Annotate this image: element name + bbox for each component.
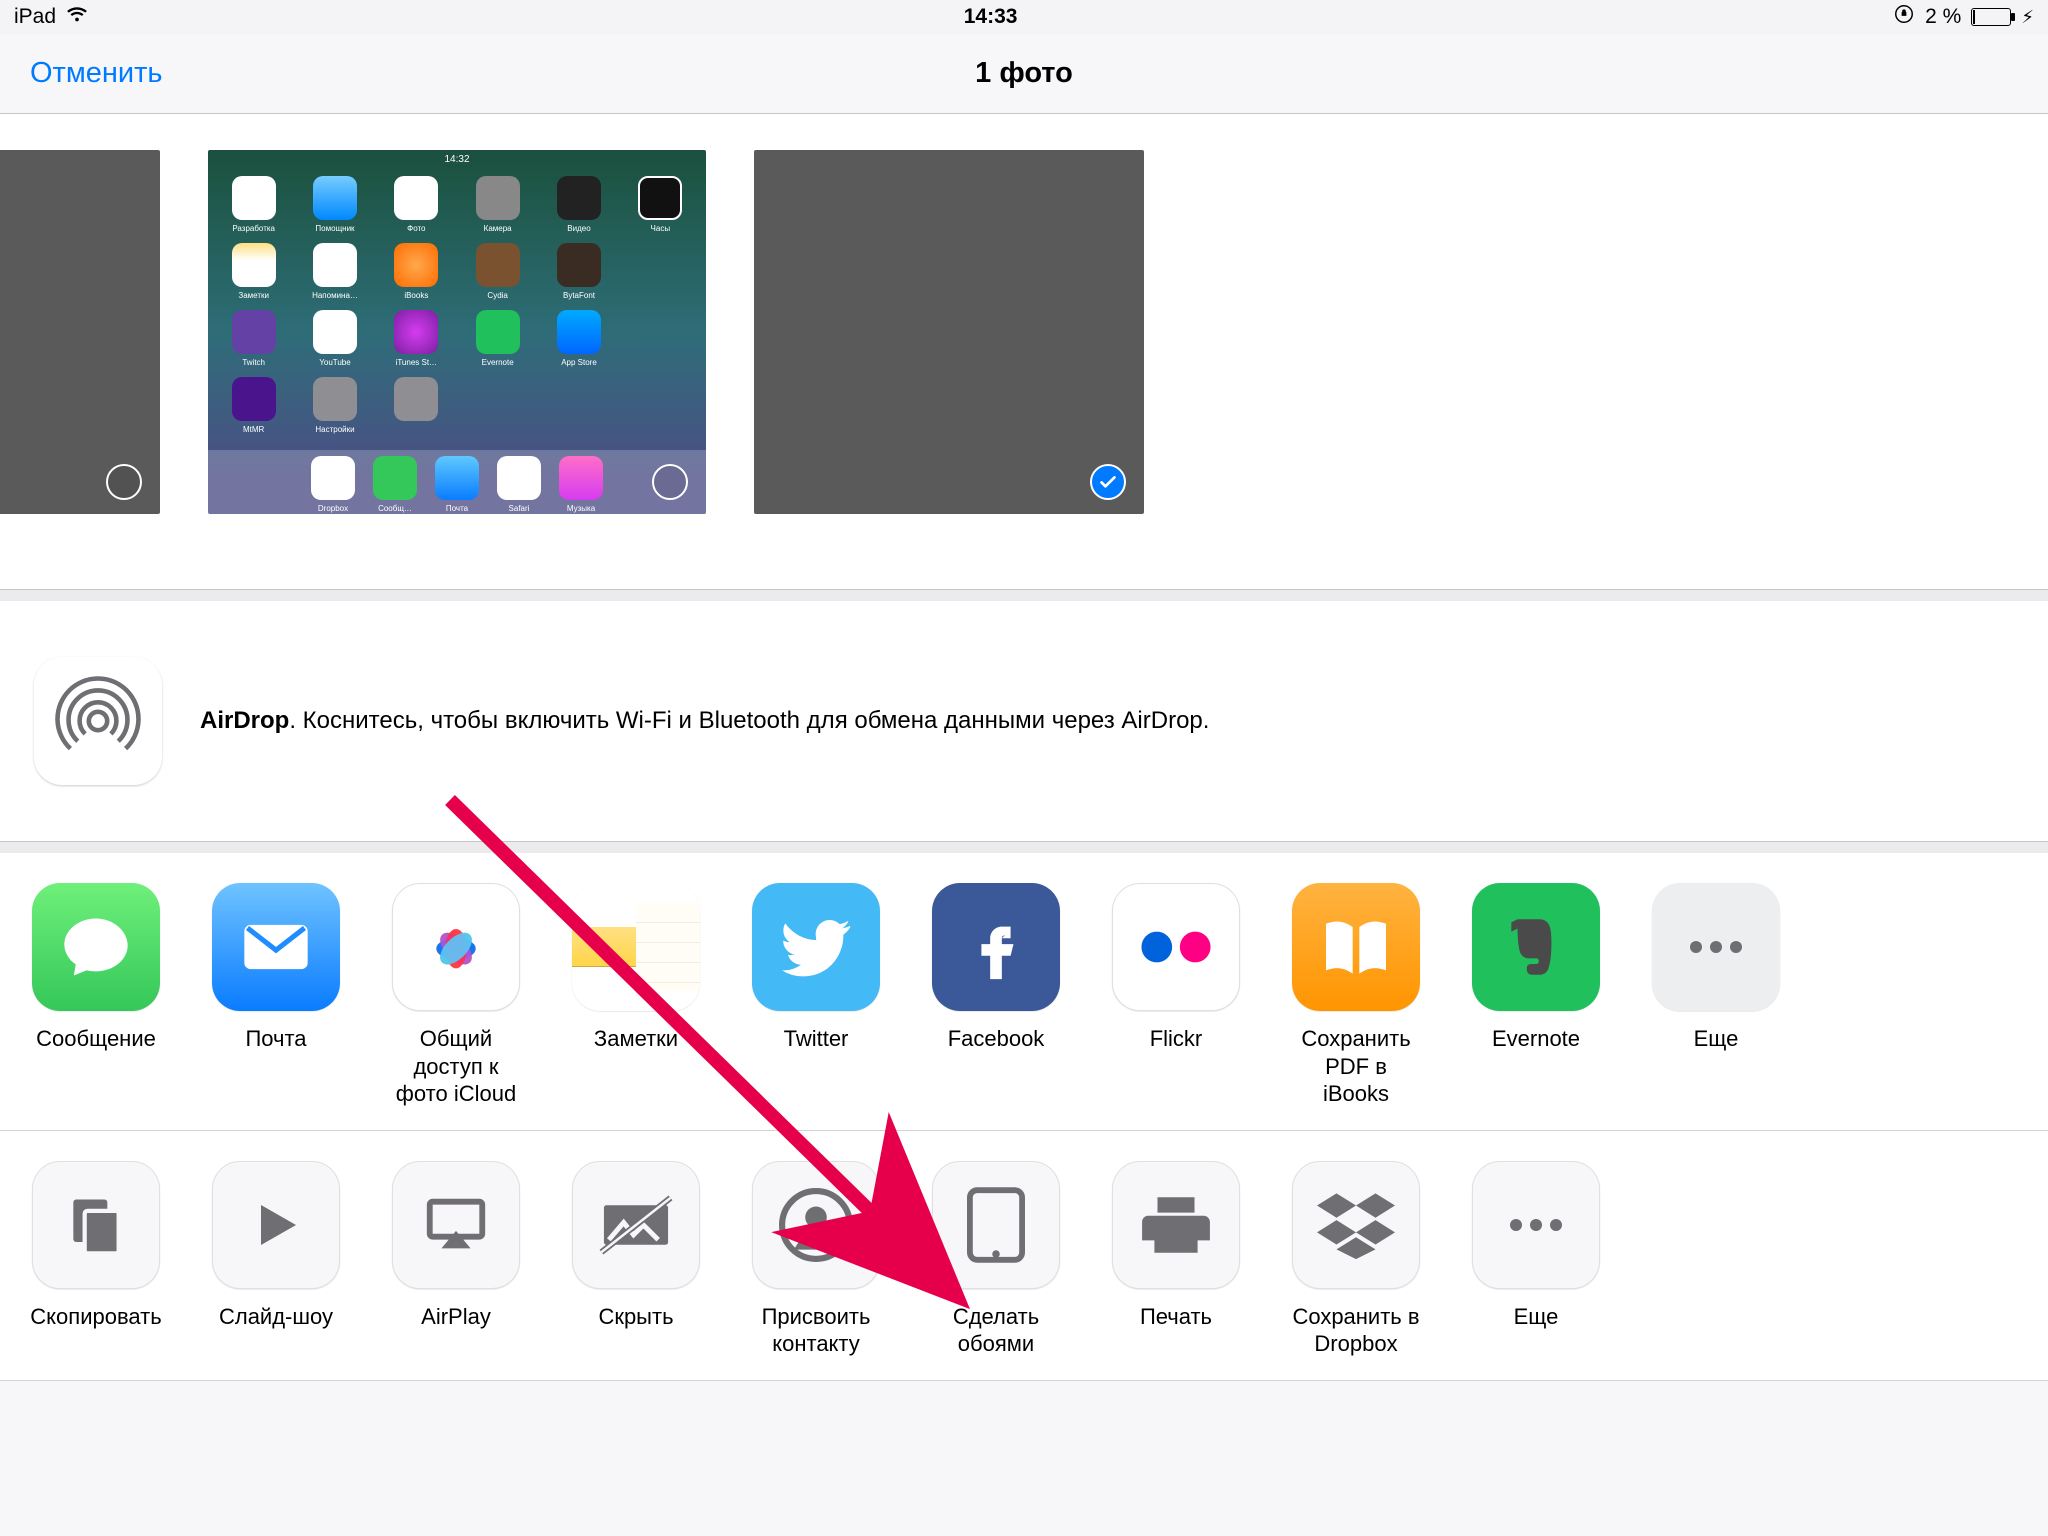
- share-label: Сохранить PDF в iBooks: [1290, 1025, 1422, 1108]
- nav-header: Отменить 1 фото: [0, 34, 2048, 114]
- action-slideshow-button[interactable]: Слайд-шоу: [210, 1161, 342, 1358]
- app-share-row[interactable]: Сообщение Почта Общий доступ к фото iClo…: [0, 853, 2048, 1131]
- photo-thumbnail[interactable]: [754, 150, 1144, 514]
- airdrop-text: AirDrop. Коснитесь, чтобы включить Wi‑Fi…: [200, 707, 1209, 735]
- action-more-button[interactable]: Еще: [1470, 1161, 1602, 1358]
- share-label: Facebook: [948, 1025, 1045, 1079]
- airdrop-title: AirDrop: [200, 707, 289, 734]
- rotation-lock-icon: [1893, 3, 1915, 31]
- share-label: Почта: [245, 1025, 306, 1079]
- share-facebook-button[interactable]: Facebook: [930, 883, 1062, 1108]
- share-label: Flickr: [1150, 1025, 1203, 1079]
- selection-indicator-unselected[interactable]: [106, 464, 142, 500]
- photo-strip[interactable]: 14:32 Разработка Помощник Фото Камера Ви…: [0, 114, 2048, 590]
- action-label: Еще: [1514, 1303, 1559, 1357]
- action-label: Присвоить контакту: [750, 1303, 882, 1358]
- action-label: Сохранить в Dropbox: [1290, 1303, 1422, 1358]
- selection-indicator-unselected[interactable]: [652, 464, 688, 500]
- page-title: 1 фото: [975, 57, 1073, 90]
- action-label: Скрыть: [598, 1303, 673, 1357]
- share-label: Еще: [1694, 1025, 1739, 1079]
- wifi-icon: [66, 3, 88, 31]
- share-notes-button[interactable]: Заметки: [570, 883, 702, 1108]
- action-label: Скопировать: [30, 1303, 161, 1357]
- share-label: Сообщение: [36, 1025, 156, 1079]
- battery-icon: [1971, 8, 2011, 26]
- homescreen-dock: Dropbox Сообщ… Почта Safari Музыка: [208, 450, 706, 514]
- share-label: Заметки: [594, 1025, 678, 1079]
- action-label: Сделать обоями: [930, 1303, 1062, 1358]
- share-mail-button[interactable]: Почта: [210, 883, 342, 1108]
- action-copy-button[interactable]: Скопировать: [30, 1161, 162, 1358]
- homescreen-grid: Разработка Помощник Фото Камера Видео Ча…: [208, 168, 706, 434]
- share-ibooks-button[interactable]: Сохранить PDF в iBooks: [1290, 883, 1422, 1108]
- action-hide-button[interactable]: Скрыть: [570, 1161, 702, 1358]
- share-twitter-button[interactable]: Twitter: [750, 883, 882, 1108]
- action-dropbox-button[interactable]: Сохранить в Dropbox: [1290, 1161, 1422, 1358]
- airdrop-section[interactable]: AirDrop. Коснитесь, чтобы включить Wi‑Fi…: [0, 590, 2048, 842]
- share-icloud-photos-button[interactable]: Общий доступ к фото iCloud: [390, 883, 522, 1108]
- homescreen-status: 14:32: [208, 150, 706, 168]
- photo-thumbnail[interactable]: 14:32 Разработка Помощник Фото Камера Ви…: [208, 150, 706, 514]
- photo-thumbnail[interactable]: [0, 150, 160, 514]
- cancel-button[interactable]: Отменить: [30, 57, 163, 90]
- action-assign-contact-button[interactable]: Присвоить контакту: [750, 1161, 882, 1358]
- share-label: Twitter: [784, 1025, 849, 1079]
- charging-icon: ⚡︎: [2021, 7, 2034, 28]
- share-label: Evernote: [1492, 1025, 1580, 1079]
- share-messages-button[interactable]: Сообщение: [30, 883, 162, 1108]
- share-more-button[interactable]: Еще: [1650, 883, 1782, 1108]
- action-row[interactable]: Скопировать Слайд-шоу AirPlay Скрыть При…: [0, 1131, 2048, 1381]
- share-flickr-button[interactable]: Flickr: [1110, 883, 1242, 1108]
- airdrop-icon: [34, 657, 162, 785]
- action-label: Печать: [1140, 1303, 1212, 1357]
- action-airplay-button[interactable]: AirPlay: [390, 1161, 522, 1358]
- battery-percent: 2 %: [1925, 5, 1961, 29]
- action-label: Слайд-шоу: [219, 1303, 333, 1357]
- action-wallpaper-button[interactable]: Сделать обоями: [930, 1161, 1062, 1358]
- share-sheet-rows: Сообщение Почта Общий доступ к фото iClo…: [0, 842, 2048, 1381]
- status-bar: iPad 14:33 2 % ⚡︎: [0, 0, 2048, 34]
- clock: 14:33: [964, 5, 1018, 29]
- share-label: Общий доступ к фото iCloud: [390, 1025, 522, 1108]
- action-label: AirPlay: [421, 1303, 491, 1357]
- airdrop-description: . Коснитесь, чтобы включить Wi‑Fi и Blue…: [289, 707, 1209, 734]
- share-evernote-button[interactable]: Evernote: [1470, 883, 1602, 1108]
- device-label: iPad: [14, 5, 56, 29]
- action-print-button[interactable]: Печать: [1110, 1161, 1242, 1358]
- selection-indicator-selected[interactable]: [1090, 464, 1126, 500]
